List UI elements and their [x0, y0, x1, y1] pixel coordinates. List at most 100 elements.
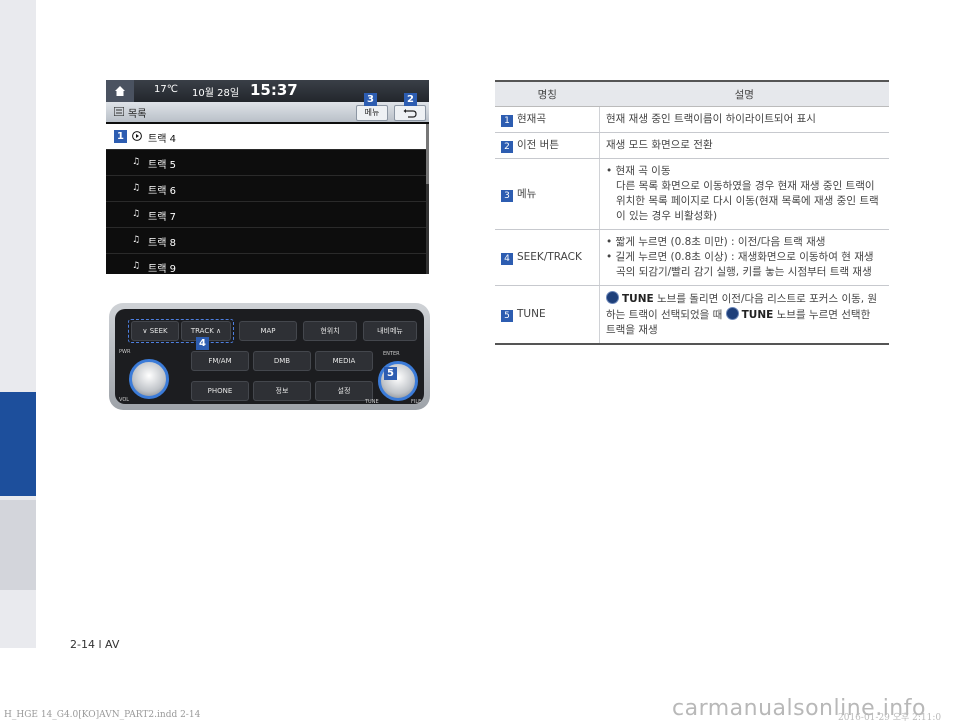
- temperature: 17℃: [154, 84, 178, 95]
- track-row-current[interactable]: 1 트랙 4: [106, 124, 426, 150]
- music-note-icon: ♫: [132, 209, 141, 219]
- number-badge: 5: [501, 310, 513, 322]
- track-label: 트랙 6: [148, 186, 176, 197]
- dmb-label: DMB: [273, 357, 291, 365]
- table-row: 3 메뉴 • 현재 곡 이동 다른 목록 화면으로 이동하였을 경우 현재 재생 …: [495, 158, 889, 230]
- row-desc-cell: 현재 재생 중인 트랙이름이 하이라이트되어 표시: [599, 106, 889, 133]
- callout-badge-1: 1: [114, 130, 127, 143]
- list-icon: [114, 107, 124, 116]
- tune-knob-icon: [606, 291, 619, 304]
- table-header-row: 명칭 설명: [495, 80, 889, 107]
- status-bar: 17℃ 10월 28일 15:37: [106, 80, 429, 102]
- chevron-up-icon: ∧: [213, 327, 222, 335]
- play-icon: [132, 131, 142, 141]
- desc-sub: 다른 목록 화면으로 이동하였을 경우 현재 재생 중인 트랙이 위치한 목록 …: [616, 180, 879, 222]
- desc-bullet: • 현재 곡 이동: [606, 165, 671, 177]
- row-desc-cell: • 현재 곡 이동 다른 목록 화면으로 이동하였을 경우 현재 재생 중인 트…: [599, 158, 889, 230]
- row-name: 현재곡: [517, 113, 546, 125]
- map-label: MAP: [260, 327, 276, 335]
- row-desc-cell: TUNE 노브를 돌리면 이전/다음 리스트로 포커스 이동, 원하는 트랙이 …: [599, 285, 889, 345]
- list-title: 목록: [128, 109, 147, 120]
- callout-badge-3: 3: [364, 93, 377, 106]
- track-row[interactable]: ♫ 트랙 8: [106, 228, 426, 254]
- table-row: 4 SEEK/TRACK • 짧게 누르면 (0.8초 미만) : 이전/다음 트…: [495, 229, 889, 286]
- settings-button[interactable]: 설정: [315, 381, 373, 401]
- enter-label: ENTER: [383, 351, 400, 357]
- back-arrow-icon: [403, 108, 417, 118]
- track-label: 트랙 5: [148, 160, 176, 171]
- number-badge: 2: [501, 141, 513, 153]
- media-label: MEDIA: [332, 357, 356, 365]
- list-title-bar: 목록 메뉴: [106, 102, 429, 122]
- music-note-icon: ♫: [132, 183, 141, 193]
- info-button[interactable]: 정보: [253, 381, 311, 401]
- phone-label: PHONE: [207, 387, 233, 395]
- fm-am-button[interactable]: FM/AM: [191, 351, 249, 371]
- home-button[interactable]: [106, 80, 134, 102]
- navi-menu-button[interactable]: 내비메뉴: [363, 321, 417, 341]
- track-label: TRACK: [190, 327, 214, 335]
- current-position-label: 현위치: [320, 327, 340, 335]
- side-tab-active: [0, 392, 36, 496]
- row-desc-cell: • 짧게 누르면 (0.8초 미만) : 이전/다음 트랙 재생 • 길게 누르…: [599, 229, 889, 286]
- seek-label: SEEK: [149, 327, 168, 335]
- tune-term: TUNE: [622, 293, 654, 305]
- scrollbar[interactable]: [426, 124, 429, 274]
- track-row[interactable]: ♫ 트랙 9: [106, 254, 426, 274]
- track-row[interactable]: ♫ 트랙 7: [106, 202, 426, 228]
- head-unit-screen: 17℃ 10월 28일 15:37 목록 메뉴 1 트랙 4 ♫ 트랙 5 ♫: [106, 80, 429, 274]
- vol-label: VOL: [119, 397, 130, 403]
- phone-button[interactable]: PHONE: [191, 381, 249, 401]
- row-name-cell: 3 메뉴: [495, 158, 600, 230]
- info-label: 정보: [275, 387, 289, 395]
- music-note-icon: ♫: [132, 261, 141, 271]
- callout-badge-2: 2: [404, 93, 417, 106]
- header-name: 명칭: [495, 80, 600, 107]
- track-row[interactable]: ♫ 트랙 6: [106, 176, 426, 202]
- pwr-label: PWR: [119, 349, 131, 355]
- map-button[interactable]: MAP: [239, 321, 297, 341]
- row-name: 메뉴: [517, 187, 537, 200]
- dmb-button[interactable]: DMB: [253, 351, 311, 371]
- desc-bullet: • 길게 누르면 (0.8초 이상) : 재생화면으로 이동하여 현 재생곡의 …: [606, 251, 874, 278]
- file-label: FILE: [411, 399, 422, 405]
- back-button[interactable]: [394, 105, 426, 121]
- chevron-down-icon: ∨: [142, 327, 150, 335]
- music-note-icon: ♫: [132, 157, 141, 167]
- track-label: 트랙 8: [148, 238, 176, 249]
- current-position-button[interactable]: 현위치: [303, 321, 357, 341]
- desc-bullet: • 짧게 누르면 (0.8초 미만) : 이전/다음 트랙 재생: [606, 236, 826, 248]
- tune-label: TUNE: [365, 399, 379, 405]
- date: 10월 28일: [192, 88, 240, 99]
- seek-button[interactable]: ∨ SEEK: [131, 321, 179, 341]
- row-name: TUNE: [517, 308, 546, 320]
- page-number: 2-14 l AV: [70, 638, 120, 651]
- track-row[interactable]: ♫ 트랙 5: [106, 150, 426, 176]
- scrollbar-thumb[interactable]: [426, 124, 429, 184]
- track-label: 트랙 7: [148, 212, 176, 223]
- tune-term: TUNE: [741, 309, 774, 321]
- number-badge: 3: [501, 189, 513, 202]
- navi-menu-label: 내비메뉴: [377, 327, 403, 335]
- description-table: 명칭 설명 1 현재곡 현재 재생 중인 트랙이름이 하이라이트되어 표시 2 이전…: [495, 80, 889, 345]
- settings-label: 설정: [337, 387, 351, 395]
- media-button[interactable]: MEDIA: [315, 351, 373, 371]
- track-label: 트랙 4: [148, 134, 176, 145]
- callout-badge-4: 4: [196, 337, 209, 350]
- desc-bullet-text: 짧게 누르면 (0.8초 미만) : 이전/다음 트랙 재생: [615, 236, 826, 248]
- row-name-cell: 4 SEEK/TRACK: [495, 229, 600, 286]
- print-footer-right: 2016-01-29 오후 2:11:0: [838, 713, 942, 723]
- control-panel-face: ∨ SEEK TRACK ∧ MAP 현위치 내비메뉴 FM/AM DMB ME…: [115, 309, 424, 405]
- desc-bullet-text: 길게 누르면 (0.8초 이상) : 재생화면으로 이동하여 현 재생곡의 되감…: [615, 251, 874, 278]
- music-note-icon: ♫: [132, 235, 141, 245]
- volume-knob[interactable]: [129, 359, 169, 399]
- row-desc-cell: 재생 모드 화면으로 전환: [599, 132, 889, 159]
- table-row: 2 이전 버튼 재생 모드 화면으로 전환: [495, 132, 889, 159]
- side-tab-inactive: [0, 500, 36, 590]
- row-name-cell: 5 TUNE: [495, 285, 600, 345]
- row-name: SEEK/TRACK: [517, 251, 582, 263]
- fm-am-label: FM/AM: [208, 357, 232, 365]
- tune-knob-icon: [725, 307, 739, 320]
- table-row: 1 현재곡 현재 재생 중인 트랙이름이 하이라이트되어 표시: [495, 106, 889, 133]
- menu-button[interactable]: 메뉴: [356, 105, 388, 121]
